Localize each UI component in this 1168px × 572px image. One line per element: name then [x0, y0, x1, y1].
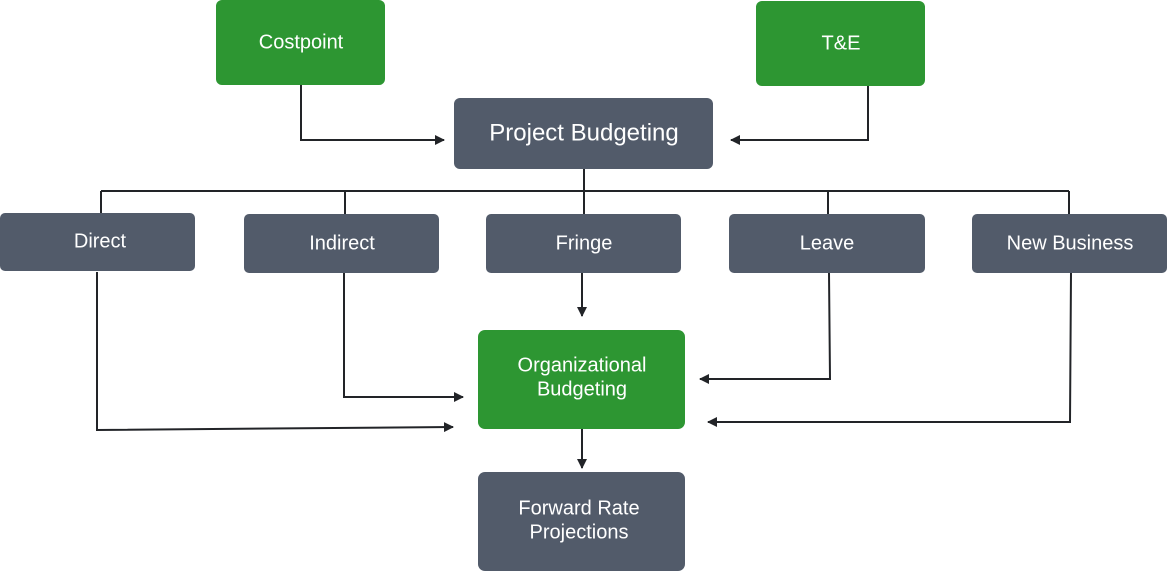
node-label: T&E — [822, 32, 861, 54]
node-label: Direct — [74, 230, 127, 252]
arrow-te-to-project — [730, 86, 869, 145]
arrow-new-business-to-org — [707, 272, 1072, 427]
node-label-line-2: Budgeting — [537, 378, 627, 400]
node-direct[interactable]: Direct — [0, 213, 195, 271]
node-project-budgeting[interactable]: Project Budgeting — [454, 98, 713, 169]
node-te[interactable]: T&E — [756, 1, 925, 86]
arrow-leave-to-org — [699, 272, 832, 384]
node-forward-rate-projections[interactable]: Forward Rate Projections — [478, 472, 685, 571]
node-label: Fringe — [556, 232, 613, 254]
node-label: Indirect — [309, 232, 375, 254]
arrow-costpoint-to-project — [300, 85, 445, 145]
budgeting-flow-diagram: Costpoint T&E Project Budgeting Direct I… — [0, 0, 1167, 571]
node-label: New Business — [1007, 232, 1134, 254]
node-indirect[interactable]: Indirect — [244, 214, 439, 273]
node-organizational-budgeting[interactable]: Organizational Budgeting — [478, 330, 685, 429]
node-label-line-1: Organizational — [518, 354, 647, 376]
node-new-business[interactable]: New Business — [972, 214, 1167, 273]
node-fringe[interactable]: Fringe — [486, 214, 681, 273]
node-costpoint[interactable]: Costpoint — [216, 0, 385, 85]
arrow-direct-to-org — [96, 272, 454, 433]
node-label: Project Budgeting — [489, 119, 678, 146]
node-leave[interactable]: Leave — [729, 214, 925, 273]
arrow-indirect-to-org — [343, 273, 464, 402]
node-label: Leave — [800, 232, 855, 254]
node-label: Costpoint — [259, 31, 344, 53]
node-label-line-2: Projections — [530, 521, 629, 543]
node-label-line-1: Forward Rate — [518, 497, 639, 519]
